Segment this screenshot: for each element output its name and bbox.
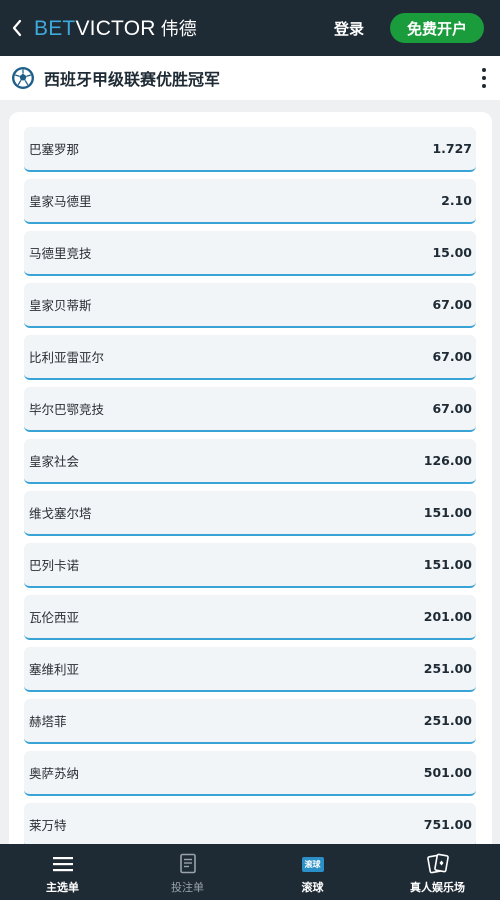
bottom-nav: 主选单 投注单 滚球 滚球 真人娱乐场: [0, 844, 500, 900]
page-title: 西班牙甲级联赛优胜冠军: [44, 70, 221, 89]
chevron-left-icon: [12, 19, 22, 37]
market-title-bar: 西班牙甲级联赛优胜冠军: [0, 56, 500, 100]
outcome-row[interactable]: 马德里竞技 15.00: [24, 231, 476, 276]
outcome-row[interactable]: 巴列卡诺 151.00: [24, 543, 476, 588]
nav-main-menu[interactable]: 主选单: [0, 844, 125, 900]
bet-slip-icon: [179, 853, 196, 874]
outcome-odds[interactable]: 15.00: [432, 245, 472, 260]
back-button[interactable]: [0, 0, 34, 56]
outcome-name: 塞维利亚: [29, 662, 80, 677]
outcome-row[interactable]: 奥萨苏纳 501.00: [24, 751, 476, 796]
soccer-ball-icon: [12, 67, 34, 89]
nav-live-casino[interactable]: 真人娱乐场: [375, 844, 500, 900]
nav-bet-slip[interactable]: 投注单: [125, 844, 250, 900]
register-button[interactable]: 免费开户: [389, 13, 484, 43]
logo-cn: 伟德: [160, 19, 198, 39]
outcome-row[interactable]: 瓦伦西亚 201.00: [24, 595, 476, 640]
outcome-odds[interactable]: 1.727: [432, 141, 472, 156]
outcome-row[interactable]: 皇家贝蒂斯 67.00: [24, 283, 476, 328]
outcome-name: 皇家贝蒂斯: [29, 298, 92, 313]
outcome-odds[interactable]: 67.00: [432, 349, 472, 364]
outcome-name: 莱万特: [29, 818, 67, 833]
hamburger-menu-icon: [52, 857, 73, 872]
top-bar: BET VICTOR 伟德 登录 免费开户: [0, 0, 500, 56]
logo-bet: BET: [34, 17, 76, 40]
outcome-name: 赫塔菲: [29, 714, 67, 729]
outcome-odds[interactable]: 151.00: [424, 557, 472, 572]
outcome-name: 巴列卡诺: [29, 558, 80, 573]
outcome-odds[interactable]: 751.00: [424, 817, 472, 832]
login-button[interactable]: 登录: [334, 18, 364, 39]
outcome-name: 马德里竞技: [29, 246, 92, 261]
outcome-odds[interactable]: 67.00: [432, 297, 472, 312]
outcome-list: 巴塞罗那 1.727 皇家马德里 2.10 马德里竞技 15.00 皇家贝蒂斯 67.00 比利…: [24, 127, 476, 855]
nav-label: 主选单: [46, 881, 79, 894]
outcome-row[interactable]: 毕尔巴鄂竞技 67.00: [24, 387, 476, 432]
outcome-row[interactable]: 皇家社会 126.00: [24, 439, 476, 484]
nav-live[interactable]: 滚球 滚球: [250, 844, 375, 900]
logo-victor: VICTOR: [75, 17, 156, 40]
nav-label: 滚球: [301, 881, 324, 894]
outcome-name: 皇家社会: [29, 454, 80, 469]
outcome-row[interactable]: 莱万特 751.00: [24, 803, 476, 848]
outcome-name: 维戈塞尔塔: [29, 506, 92, 521]
outcome-odds[interactable]: 251.00: [424, 713, 472, 728]
outcome-row[interactable]: 赫塔菲 251.00: [24, 699, 476, 744]
nav-label: 真人娱乐场: [410, 881, 465, 894]
kebab-menu-icon[interactable]: [480, 68, 488, 88]
outcome-name: 皇家马德里: [29, 194, 92, 209]
outcome-odds[interactable]: 67.00: [432, 401, 472, 416]
live-badge-icon: 滚球: [301, 856, 324, 872]
outcomes-panel: 巴塞罗那 1.727 皇家马德里 2.10 马德里竞技 15.00 皇家贝蒂斯 67.00 比利…: [9, 112, 492, 852]
outcome-row[interactable]: 巴塞罗那 1.727: [24, 127, 476, 172]
outcome-name: 奥萨苏纳: [29, 766, 80, 781]
outcome-odds[interactable]: 126.00: [424, 453, 472, 468]
betvictor-logo[interactable]: BET VICTOR 伟德: [34, 15, 197, 41]
outcome-name: 巴塞罗那: [29, 142, 80, 157]
outcome-row[interactable]: 比利亚雷亚尔 67.00: [24, 335, 476, 380]
outcome-odds[interactable]: 251.00: [424, 661, 472, 676]
outcome-name: 比利亚雷亚尔: [29, 350, 105, 365]
outcome-odds[interactable]: 501.00: [424, 765, 472, 780]
outcome-row[interactable]: 塞维利亚 251.00: [24, 647, 476, 692]
outcome-name: 毕尔巴鄂竞技: [29, 402, 105, 417]
outcome-odds[interactable]: 201.00: [424, 609, 472, 624]
outcome-name: 瓦伦西亚: [29, 610, 80, 625]
outcome-odds[interactable]: 151.00: [424, 505, 472, 520]
outcome-odds[interactable]: 2.10: [441, 193, 472, 208]
outcome-row[interactable]: 皇家马德里 2.10: [24, 179, 476, 224]
playing-cards-icon: [426, 853, 449, 874]
nav-label: 投注单: [171, 881, 204, 894]
outcome-row[interactable]: 维戈塞尔塔 151.00: [24, 491, 476, 536]
